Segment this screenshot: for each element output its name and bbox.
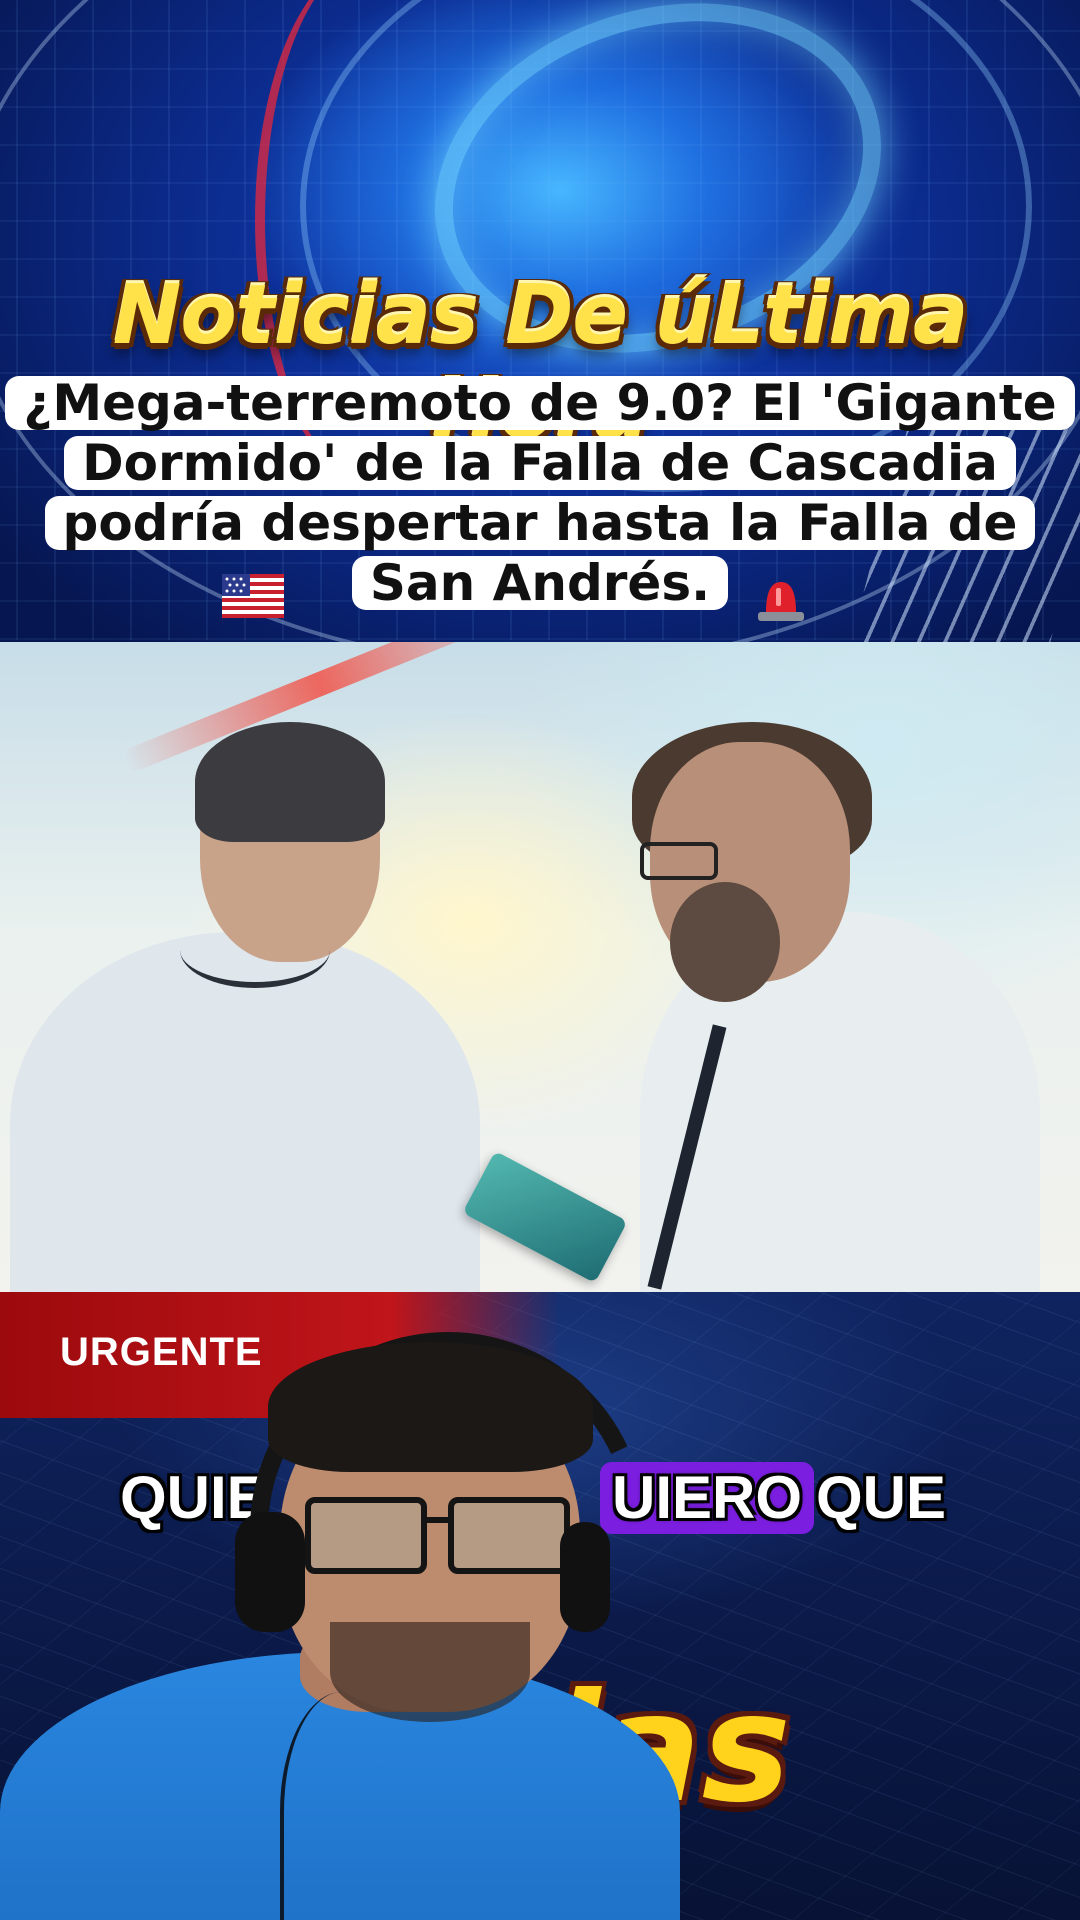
tablet-icon <box>462 1150 628 1284</box>
headline: ¿Mega-terremoto de 9.0? El 'Gigante Dorm… <box>0 376 1080 616</box>
siren-icon <box>758 582 804 621</box>
video-clip-frame <box>0 642 1080 1292</box>
presenter-hair <box>268 1342 593 1472</box>
headline-line: ¿Mega-terremoto de 9.0? El 'Gigante <box>5 376 1075 430</box>
headline-line: podría despertar hasta la Falla de <box>44 496 1036 550</box>
presenter-panel: URGENTE QUIE UIERO QUE cias <box>0 1292 1080 1920</box>
man-left-hair <box>195 722 385 842</box>
glasses-icon <box>305 1497 427 1574</box>
man-right-glasses <box>640 842 718 880</box>
headphone-cup-right <box>560 1522 610 1632</box>
caption-word: QUE <box>816 1464 947 1531</box>
earphone-wire <box>280 1692 404 1920</box>
us-flag-icon <box>222 574 284 618</box>
man-left-lanyard <box>180 912 330 988</box>
headline-line: San Andrés. <box>351 556 729 610</box>
glasses-bridge <box>421 1517 449 1523</box>
news-header-panel: Noticias De úLtima Hora ¿Mega-terremoto … <box>0 0 1080 642</box>
glasses-icon <box>448 1497 570 1574</box>
presenter-webcam <box>0 1292 702 1920</box>
man-right-beard <box>670 882 780 1002</box>
headline-line: Dormido' de la Falla de Cascadia <box>64 436 1016 490</box>
headphone-cup-left <box>235 1512 305 1632</box>
